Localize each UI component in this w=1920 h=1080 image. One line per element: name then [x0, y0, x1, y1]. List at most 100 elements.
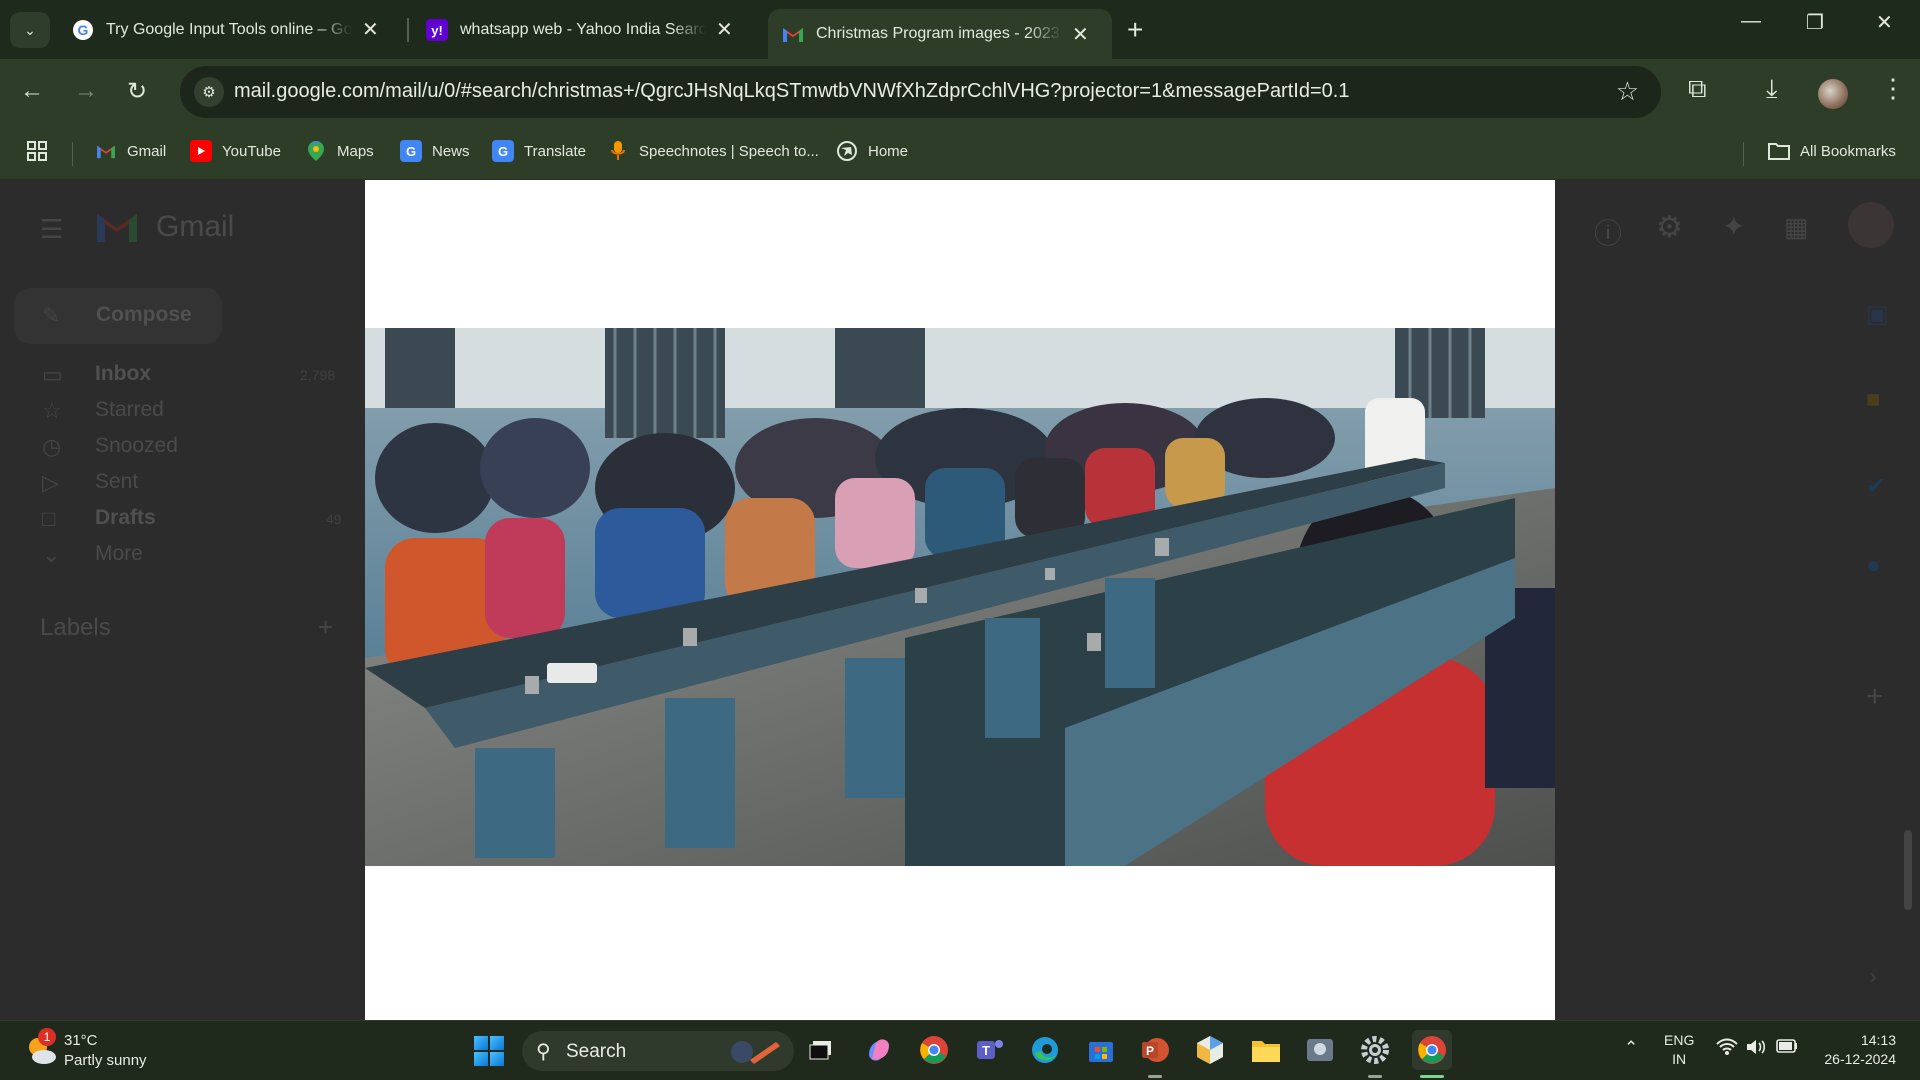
tab-strip: ⌄ G Try Google Input Tools online – Goog… — [0, 0, 1920, 59]
profile-avatar[interactable] — [1818, 79, 1848, 109]
show-hidden-icons-chevron-up-icon[interactable]: ⌃ — [1624, 1038, 1638, 1058]
bookmark-home[interactable]: Home — [836, 140, 908, 162]
bookmark-gmail[interactable]: Gmail — [95, 140, 166, 162]
bookmark-star-icon[interactable]: ☆ — [1616, 76, 1639, 107]
help-icon[interactable]: ⓘ — [1594, 212, 1622, 252]
settings-gear-icon[interactable]: ⚙ — [1656, 210, 1683, 245]
bookmark-youtube[interactable]: YouTube — [190, 140, 281, 162]
scrollbar-thumb[interactable] — [1904, 830, 1912, 910]
search-highlight-icon — [728, 1036, 782, 1066]
maps-icon — [305, 140, 327, 162]
nav-inbox[interactable]: Inbox — [95, 362, 151, 386]
svg-text:T: T — [982, 1043, 990, 1058]
close-icon[interactable]: ✕ — [1072, 22, 1089, 47]
calendar-icon[interactable]: ▣ — [1866, 300, 1889, 329]
volume-icon[interactable] — [1746, 1038, 1768, 1061]
account-avatar[interactable] — [1848, 202, 1894, 248]
reload-button[interactable]: ↻ — [127, 77, 147, 106]
tab-google-input-tools[interactable]: G Try Google Input Tools online – Google… — [58, 9, 398, 50]
file-explorer-icon[interactable] — [1248, 1032, 1284, 1068]
nav-sent[interactable]: Sent — [95, 470, 138, 494]
download-icon[interactable]: ⤓ — [1766, 73, 1778, 105]
clock-icon: ◷ — [42, 434, 62, 459]
all-bookmarks-button[interactable]: All Bookmarks — [1768, 140, 1896, 162]
inbox-count: 2,798 — [300, 367, 336, 383]
weather-description[interactable]: Partly sunny — [64, 1052, 147, 1069]
extensions-icon[interactable]: ⧉ — [1688, 73, 1707, 105]
url-text[interactable]: mail.google.com/mail/u/0/#search/christm… — [234, 80, 1349, 103]
hamburger-menu-icon[interactable]: ☰ — [40, 214, 63, 245]
settings-gear-icon[interactable] — [1357, 1032, 1393, 1068]
chrome-icon[interactable] — [916, 1032, 952, 1068]
edge-icon[interactable] — [1027, 1032, 1063, 1068]
windows-taskbar: 1 31°C Partly sunny ⚲ Search T P ⌃ ENG I… — [0, 1020, 1920, 1080]
microphone-icon — [607, 140, 629, 162]
microsoft-store-icon[interactable] — [1083, 1032, 1119, 1068]
battery-icon[interactable] — [1776, 1038, 1798, 1058]
nav-starred[interactable]: Starred — [95, 398, 164, 422]
minimize-button[interactable]: — — [1741, 10, 1761, 33]
chrome-active-icon[interactable] — [1412, 1030, 1452, 1070]
translate-icon: G — [492, 140, 514, 162]
bookmarks-bar: Gmail YouTube Maps G News G Translate Sp… — [0, 128, 1920, 180]
tab-divider — [407, 18, 409, 42]
nav-drafts[interactable]: Drafts — [95, 506, 156, 530]
contacts-icon[interactable]: ● — [1866, 552, 1881, 580]
bookmark-speechnotes[interactable]: Speechnotes | Speech to... — [607, 140, 819, 162]
christmas-program-photo[interactable] — [365, 328, 1555, 866]
hexagon-app-icon[interactable] — [1192, 1032, 1228, 1068]
tab-search-button[interactable]: ⌄ — [10, 12, 50, 48]
nav-snoozed[interactable]: Snoozed — [95, 434, 178, 458]
new-tab-button[interactable]: + — [1127, 14, 1143, 46]
compose-button[interactable]: ✎ Compose — [14, 288, 222, 344]
add-addon-icon[interactable]: + — [1866, 680, 1884, 714]
window-close-button[interactable]: ✕ — [1876, 10, 1893, 35]
bookmark-news[interactable]: G News — [400, 140, 470, 162]
tab-yahoo-search[interactable]: y! whatsapp web - Yahoo India Search Res… — [412, 9, 752, 50]
gemini-sparkle-icon[interactable]: ✦ — [1722, 210, 1745, 243]
tab-christmas-program[interactable]: Christmas Program images - 2023 - aj ✕ — [768, 9, 1112, 59]
close-icon[interactable]: ✕ — [362, 17, 379, 42]
task-view-icon[interactable] — [804, 1032, 840, 1068]
powerpoint-icon[interactable]: P — [1137, 1032, 1173, 1068]
keep-icon[interactable]: ■ — [1866, 386, 1881, 414]
compose-label: Compose — [96, 303, 192, 326]
forward-button[interactable]: → — [74, 77, 98, 105]
close-icon[interactable]: ✕ — [716, 17, 733, 42]
nav-more[interactable]: More — [95, 542, 143, 566]
site-info-icon[interactable]: ⚙ — [194, 77, 224, 107]
bookmark-maps[interactable]: Maps — [305, 140, 374, 162]
search-icon: ⚲ — [536, 1041, 551, 1063]
photos-app-icon[interactable] — [1302, 1032, 1338, 1068]
expand-panel-icon[interactable]: › — [1870, 966, 1877, 989]
gmail-logo-text: Gmail — [156, 210, 235, 243]
bookmark-label: Home — [868, 142, 909, 160]
bookmark-translate[interactable]: G Translate — [492, 140, 586, 162]
bookmark-label: News — [432, 142, 470, 160]
input-language-indicator[interactable]: ENG IN — [1664, 1031, 1694, 1069]
add-label-icon[interactable]: + — [318, 612, 333, 643]
tasks-icon[interactable]: ✔ — [1866, 472, 1886, 501]
address-bar[interactable]: ⚙ mail.google.com/mail/u/0/#search/chris… — [180, 66, 1661, 118]
globe-icon — [836, 140, 858, 162]
clock-date: 26-12-2024 — [1824, 1051, 1896, 1067]
system-clock[interactable]: 14:13 26-12-2024 — [1810, 1031, 1896, 1069]
menu-icon[interactable]: ⋮ — [1880, 73, 1906, 104]
taskbar-search-label: Search — [566, 1041, 627, 1062]
region-code: IN — [1672, 1051, 1687, 1067]
active-app-indicator — [1420, 1075, 1444, 1078]
chevron-down-icon: ⌄ — [24, 21, 36, 38]
bookmark-label: Speechnotes | Speech to... — [639, 142, 819, 160]
back-button[interactable]: ← — [20, 77, 44, 105]
weather-temperature[interactable]: 31°C — [64, 1032, 98, 1049]
apps-grid-icon[interactable] — [26, 140, 48, 162]
teams-icon[interactable]: T — [972, 1032, 1008, 1068]
taskbar-search-box[interactable]: ⚲ Search — [522, 1031, 794, 1071]
copilot-icon[interactable] — [861, 1032, 897, 1068]
google-apps-icon[interactable]: ▦ — [1784, 212, 1809, 243]
draft-icon: □ — [42, 506, 56, 531]
running-indicator — [1148, 1075, 1162, 1078]
restore-button[interactable]: ❐ — [1806, 10, 1824, 35]
wifi-icon[interactable] — [1716, 1038, 1738, 1061]
windows-start-button[interactable] — [474, 1036, 504, 1066]
